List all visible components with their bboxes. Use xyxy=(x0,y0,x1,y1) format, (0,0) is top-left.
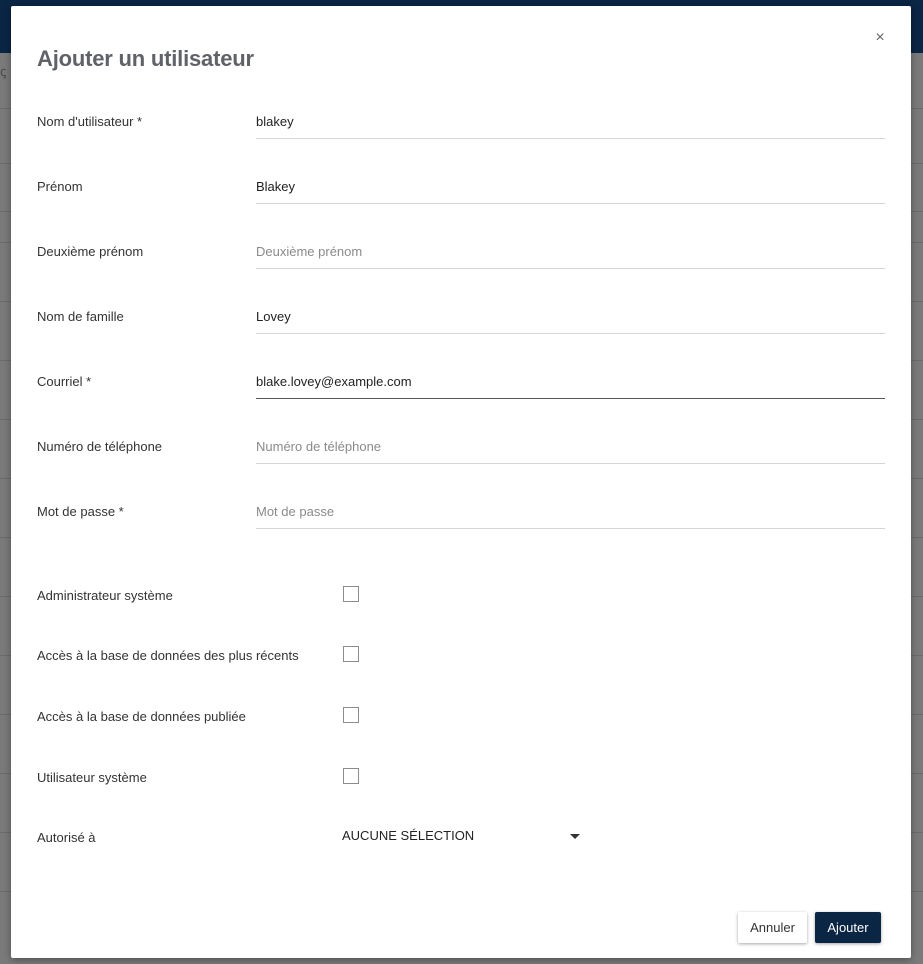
published-db-access-checkbox[interactable] xyxy=(343,707,359,723)
published-db-access-label: Accès à la base de données publiée xyxy=(37,709,246,724)
last-name-field[interactable] xyxy=(256,300,885,334)
authorized-selected-value: AUCUNE SÉLECTION xyxy=(342,828,475,843)
phone-label: Numéro de téléphone xyxy=(37,439,163,454)
last-name-label: Nom de famille xyxy=(37,309,124,324)
password-field[interactable] xyxy=(256,495,885,529)
add-user-dialog: Ajouter un utilisateur × Nom d'utilisate… xyxy=(11,6,911,958)
middle-name-label: Deuxième prénom xyxy=(37,244,144,259)
system-admin-label: Administrateur système xyxy=(37,588,173,603)
system-admin-checkbox[interactable] xyxy=(343,586,359,602)
username-label: Nom d'utilisateur * xyxy=(37,114,143,129)
cancel-button[interactable]: Annuler xyxy=(738,912,807,943)
system-user-label: Utilisateur système xyxy=(37,770,147,785)
dialog-title: Ajouter un utilisateur xyxy=(37,46,254,71)
caret-down-icon xyxy=(570,834,580,839)
authorized-label: Autorisé à xyxy=(37,830,96,845)
background-glyph: ꞔ xyxy=(0,64,7,79)
system-user-checkbox[interactable] xyxy=(343,768,359,784)
email-label: Courriel * xyxy=(37,374,92,389)
phone-field[interactable] xyxy=(256,430,885,464)
first-name-label: Prénom xyxy=(37,179,83,194)
email-field[interactable] xyxy=(256,365,885,399)
latest-db-access-label: Accès à la base de données des plus réce… xyxy=(37,648,299,663)
password-label: Mot de passe * xyxy=(37,504,124,519)
username-field[interactable] xyxy=(256,105,885,139)
latest-db-access-checkbox[interactable] xyxy=(343,646,359,662)
add-button[interactable]: Ajouter xyxy=(815,912,881,943)
middle-name-field[interactable] xyxy=(256,235,885,269)
first-name-field[interactable] xyxy=(256,170,885,204)
close-icon[interactable]: × xyxy=(869,27,891,49)
authorized-select[interactable]: AUCUNE SÉLECTION xyxy=(341,824,581,846)
